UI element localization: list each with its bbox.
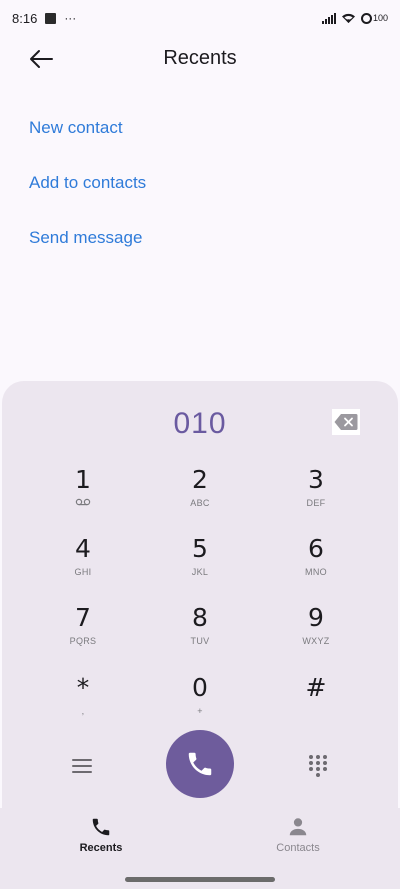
key-letters: MNO <box>305 567 327 577</box>
key-8[interactable]: 8 TUV <box>155 603 245 659</box>
key-digit: 3 <box>308 465 324 494</box>
menu-icon <box>72 759 92 761</box>
status-time: 8:16 <box>12 10 38 26</box>
call-button[interactable] <box>166 730 234 798</box>
nav-label: Contacts <box>276 842 320 854</box>
key-letters: GHI <box>74 567 92 577</box>
key-letters: + <box>197 706 203 716</box>
wifi-icon <box>341 13 355 23</box>
key-digit: 2 <box>192 465 208 494</box>
app-bar: Recents <box>0 36 400 82</box>
battery-level: 100 <box>372 13 388 23</box>
key-letters: JKL <box>191 567 209 577</box>
person-icon <box>289 818 307 836</box>
status-bar: 8:16 ··· 100 <box>0 0 400 36</box>
menu-button[interactable] <box>72 754 96 778</box>
add-to-contacts-link[interactable]: Add to contacts <box>29 172 146 194</box>
key-7[interactable]: 7 PQRS <box>38 603 128 659</box>
notification-square-icon <box>45 12 57 24</box>
key-5[interactable]: 5 JKL <box>155 534 245 590</box>
status-overflow: ··· <box>64 11 77 25</box>
key-hash[interactable]: # <box>271 673 361 729</box>
key-0[interactable]: 0 + <box>155 673 245 729</box>
key-digit: * <box>76 673 90 702</box>
key-digit: 0 <box>192 673 208 702</box>
send-message-link[interactable]: Send message <box>29 227 146 249</box>
page-title: Recents <box>163 47 237 69</box>
key-digit: 1 <box>75 465 91 494</box>
key-letters: ABC <box>190 498 210 508</box>
battery-icon: 100 <box>360 12 388 24</box>
key-letters: WXYZ <box>302 636 330 646</box>
key-9[interactable]: 9 WXYZ <box>271 603 361 659</box>
phone-icon <box>92 818 110 836</box>
key-4[interactable]: 4 GHI <box>38 534 128 590</box>
key-digit: 4 <box>75 534 91 563</box>
key-digit: 6 <box>308 534 324 563</box>
nav-recents[interactable]: Recents <box>41 816 161 854</box>
key-letters: , <box>81 706 85 716</box>
dialpad-icon[interactable] <box>306 753 330 777</box>
voicemail-icon <box>75 498 91 506</box>
number-actions: New contact Add to contacts Send message <box>29 117 146 249</box>
nav-contacts[interactable]: Contacts <box>238 816 358 854</box>
backspace-icon <box>334 414 358 430</box>
new-contact-link[interactable]: New contact <box>29 117 146 139</box>
key-3[interactable]: 3 DEF <box>271 465 361 521</box>
key-2[interactable]: 2 ABC <box>155 465 245 521</box>
key-letters: PQRS <box>69 636 97 646</box>
key-6[interactable]: 6 MNO <box>271 534 361 590</box>
signal-icon <box>321 12 336 24</box>
key-1[interactable]: 1 <box>38 465 128 521</box>
nav-label: Recents <box>79 842 123 854</box>
dialpad-panel: 010 1 2 ABC 3 DEF 4 GHI 5 JKL 6 MNO 7 PQ… <box>2 381 398 811</box>
key-digit: 9 <box>308 603 324 632</box>
home-indicator[interactable] <box>125 877 275 882</box>
key-digit: 8 <box>192 603 208 632</box>
key-letters: TUV <box>190 636 210 646</box>
key-digit: # <box>305 673 327 702</box>
key-star[interactable]: * , <box>38 673 128 729</box>
backspace-button[interactable] <box>332 409 360 435</box>
key-digit: 5 <box>192 534 208 563</box>
bottom-nav: Recents Contacts <box>0 808 400 889</box>
phone-icon <box>188 752 212 776</box>
key-digit: 7 <box>75 603 91 632</box>
key-letters: DEF <box>306 498 326 508</box>
